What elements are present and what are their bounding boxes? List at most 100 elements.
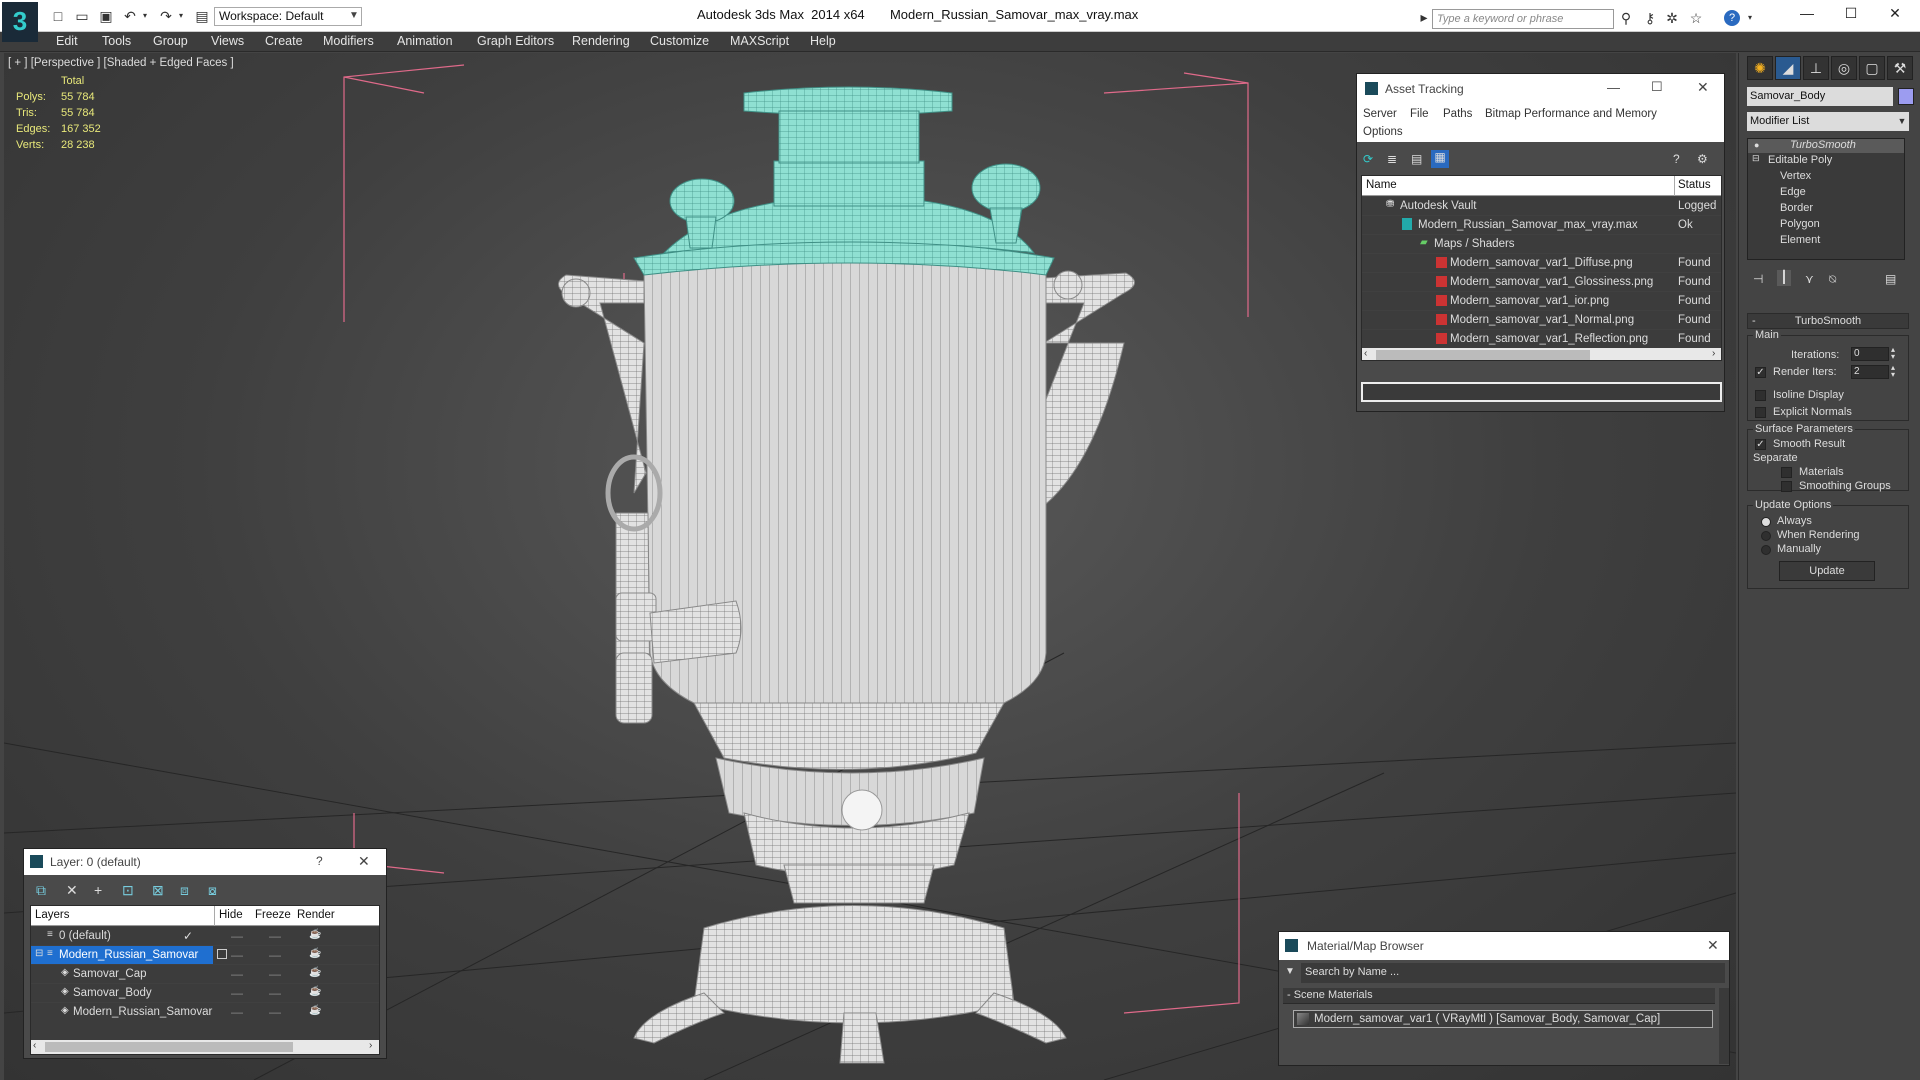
minimize-button[interactable]: — — [1792, 5, 1822, 21]
menu-tools[interactable]: Tools — [102, 34, 131, 48]
thumbnail-view-icon[interactable]: ▤ — [1411, 152, 1422, 166]
turbosmooth-rollout-title[interactable]: - TurboSmooth — [1747, 313, 1909, 329]
stack-item-vertex[interactable]: Vertex — [1780, 170, 1811, 182]
material-browser-titlebar[interactable]: Material/Map Browser ✕ — [1279, 932, 1729, 960]
key-icon[interactable]: ⚷ — [1642, 10, 1658, 26]
col-freeze-header[interactable]: Freeze — [255, 909, 291, 921]
scrollbar-thumb[interactable] — [45, 1042, 293, 1052]
render-teapot-icon[interactable]: ☕ — [309, 986, 321, 997]
menu-views[interactable]: Views — [211, 34, 244, 48]
stack-item-polygon[interactable]: Polygon — [1780, 218, 1820, 230]
scroll-right-icon[interactable]: › — [369, 1040, 372, 1051]
layer-row[interactable]: ◈ Modern_Russian_Samovar — — ☕ — [31, 1002, 379, 1021]
set-active-checkbox[interactable] — [217, 949, 227, 959]
table-row[interactable]: Modern_samovar_var1_Normal.png Found — [1362, 310, 1721, 329]
table-row[interactable]: ▰ Maps / Shaders — [1362, 234, 1721, 253]
menu-rendering[interactable]: Rendering — [572, 34, 630, 48]
hide-toggle-icon[interactable]: — — [231, 948, 243, 962]
refresh-icon[interactable]: ⟳ — [1363, 152, 1373, 166]
col-hide-header[interactable]: Hide — [219, 909, 243, 921]
make-unique-icon[interactable]: ⋎ — [1805, 272, 1814, 286]
horizontal-scrollbar[interactable]: ‹ › — [1362, 348, 1721, 360]
layer-row[interactable]: ≡ 0 (default) ✓ — — ☕ — [31, 926, 379, 945]
search-expand-icon[interactable]: ▸ — [1416, 9, 1432, 25]
menu-animation[interactable]: Animation — [397, 34, 453, 48]
col-render-header[interactable]: Render — [297, 909, 335, 921]
close-icon[interactable]: ✕ — [1707, 937, 1719, 954]
object-color-swatch[interactable] — [1898, 88, 1914, 105]
configure-modifier-sets-icon[interactable]: ▤ — [1885, 272, 1896, 286]
new-file-icon[interactable]: □ — [50, 8, 66, 24]
options-dropdown-icon[interactable]: ▼ — [1285, 966, 1295, 977]
layer-row[interactable]: ◈ Samovar_Cap — — ☕ — [31, 964, 379, 983]
hide-toggle-icon[interactable]: — — [231, 986, 243, 1000]
grid-view-icon[interactable]: ▦ — [1431, 150, 1449, 168]
pin-stack-icon[interactable]: ⊣ — [1753, 272, 1763, 286]
stack-item-border[interactable]: Border — [1780, 202, 1813, 214]
menu-options[interactable]: Options — [1363, 126, 1403, 138]
layer-tool-icon[interactable]: ⧉ — [36, 882, 46, 899]
scene-materials-header[interactable]: - Scene Materials — [1283, 988, 1715, 1004]
iterations-spinner[interactable]: 0 — [1851, 347, 1889, 361]
hierarchy-tab-icon[interactable]: ⊥ — [1803, 56, 1829, 80]
materials-checkbox[interactable] — [1781, 467, 1792, 478]
freeze-toggle-icon[interactable]: — — [269, 1005, 281, 1019]
menu-create[interactable]: Create — [265, 34, 303, 48]
app-logo-icon[interactable]: 3 — [2, 2, 38, 42]
material-item[interactable]: Modern_samovar_var1 ( VRayMtl ) [Samovar… — [1293, 1010, 1713, 1028]
search-input[interactable]: Type a keyword or phrase — [1432, 9, 1614, 29]
menu-customize[interactable]: Customize — [650, 34, 709, 48]
hide-toggle-icon[interactable]: — — [231, 967, 243, 981]
save-icon[interactable]: ▣ — [98, 8, 114, 24]
table-row[interactable]: Modern_samovar_var1_Diffuse.png Found — [1362, 253, 1721, 272]
layer-row[interactable]: ⊟ ≡ Modern_Russian_Samovar — — ☕ — [31, 945, 379, 965]
smooth-result-checkbox[interactable]: ✓ — [1755, 439, 1766, 450]
help-button[interactable]: ? — [316, 854, 323, 868]
help-icon[interactable]: ? — [1673, 152, 1680, 166]
close-button[interactable]: ✕ — [1880, 5, 1910, 22]
menu-help[interactable]: Help — [810, 34, 836, 48]
star-icon[interactable]: ☆ — [1688, 10, 1704, 26]
render-iters-checkbox[interactable]: ✓ — [1755, 367, 1766, 378]
stack-item-turbosmooth[interactable]: TurboSmooth — [1790, 139, 1856, 151]
display-tab-icon[interactable]: ▢ — [1859, 56, 1885, 80]
menu-modifiers[interactable]: Modifiers — [323, 34, 374, 48]
manually-radio[interactable] — [1761, 545, 1771, 555]
remove-modifier-icon[interactable]: ⍉ — [1829, 272, 1836, 287]
object-name-field[interactable]: Samovar_Body — [1747, 87, 1893, 106]
hide-toggle-icon[interactable]: — — [231, 929, 243, 943]
table-row[interactable]: Modern_Russian_Samovar_max_vray.max Ok — [1362, 215, 1721, 234]
menu-file[interactable]: File — [1410, 108, 1429, 120]
freeze-toggle-icon[interactable]: — — [269, 967, 281, 981]
help-icon[interactable]: ? — [1724, 10, 1740, 26]
when-rendering-radio[interactable] — [1761, 531, 1771, 541]
scroll-left-icon[interactable]: ‹ — [33, 1040, 36, 1051]
asset-tracking-titlebar[interactable]: Asset Tracking — ☐ ✕ — [1357, 74, 1724, 104]
explicit-normals-checkbox[interactable] — [1755, 407, 1766, 418]
hide-toggle-icon[interactable]: — — [231, 1005, 243, 1019]
binoculars-icon[interactable]: ⚲ — [1618, 10, 1634, 26]
col-layers-header[interactable]: Layers — [35, 909, 70, 921]
render-teapot-icon[interactable]: ☕ — [309, 967, 321, 978]
maximize-icon[interactable]: ☐ — [1651, 79, 1663, 95]
viewport-label[interactable]: [ + ] [Perspective ] [Shaded + Edged Fac… — [8, 57, 234, 69]
undo-icon[interactable]: ↶ — [122, 8, 138, 24]
render-iters-spinner[interactable]: 2 — [1851, 365, 1889, 379]
stack-item-element[interactable]: Element — [1780, 234, 1820, 246]
menu-graph-editors[interactable]: Graph Editors — [477, 34, 554, 48]
utilities-tab-icon[interactable]: ⚒ — [1887, 56, 1913, 80]
workspace-dropdown[interactable]: Workspace: Default — [214, 7, 362, 26]
layer-explorer-titlebar[interactable]: Layer: 0 (default) ? ✕ — [24, 849, 386, 875]
col-name-header[interactable]: Name — [1366, 179, 1397, 191]
table-row[interactable]: Modern_samovar_var1_Glossiness.png Found — [1362, 272, 1721, 291]
menu-maxscript[interactable]: MAXScript — [730, 34, 789, 48]
render-teapot-icon[interactable]: ☕ — [309, 929, 321, 940]
spinner-arrows-icon[interactable]: ▴ ▾ — [1891, 364, 1895, 379]
menu-paths[interactable]: Paths — [1443, 108, 1472, 120]
list-view-icon[interactable]: ≣ — [1387, 152, 1397, 166]
collapse-icon[interactable]: ⊟ — [35, 948, 43, 959]
menu-bitmap-performance[interactable]: Bitmap Performance and Memory — [1485, 108, 1657, 120]
update-button[interactable]: Update — [1779, 561, 1875, 581]
highlight-layer-icon[interactable]: ⊠ — [152, 882, 164, 899]
lightbulb-icon[interactable]: ● — [1754, 140, 1759, 150]
